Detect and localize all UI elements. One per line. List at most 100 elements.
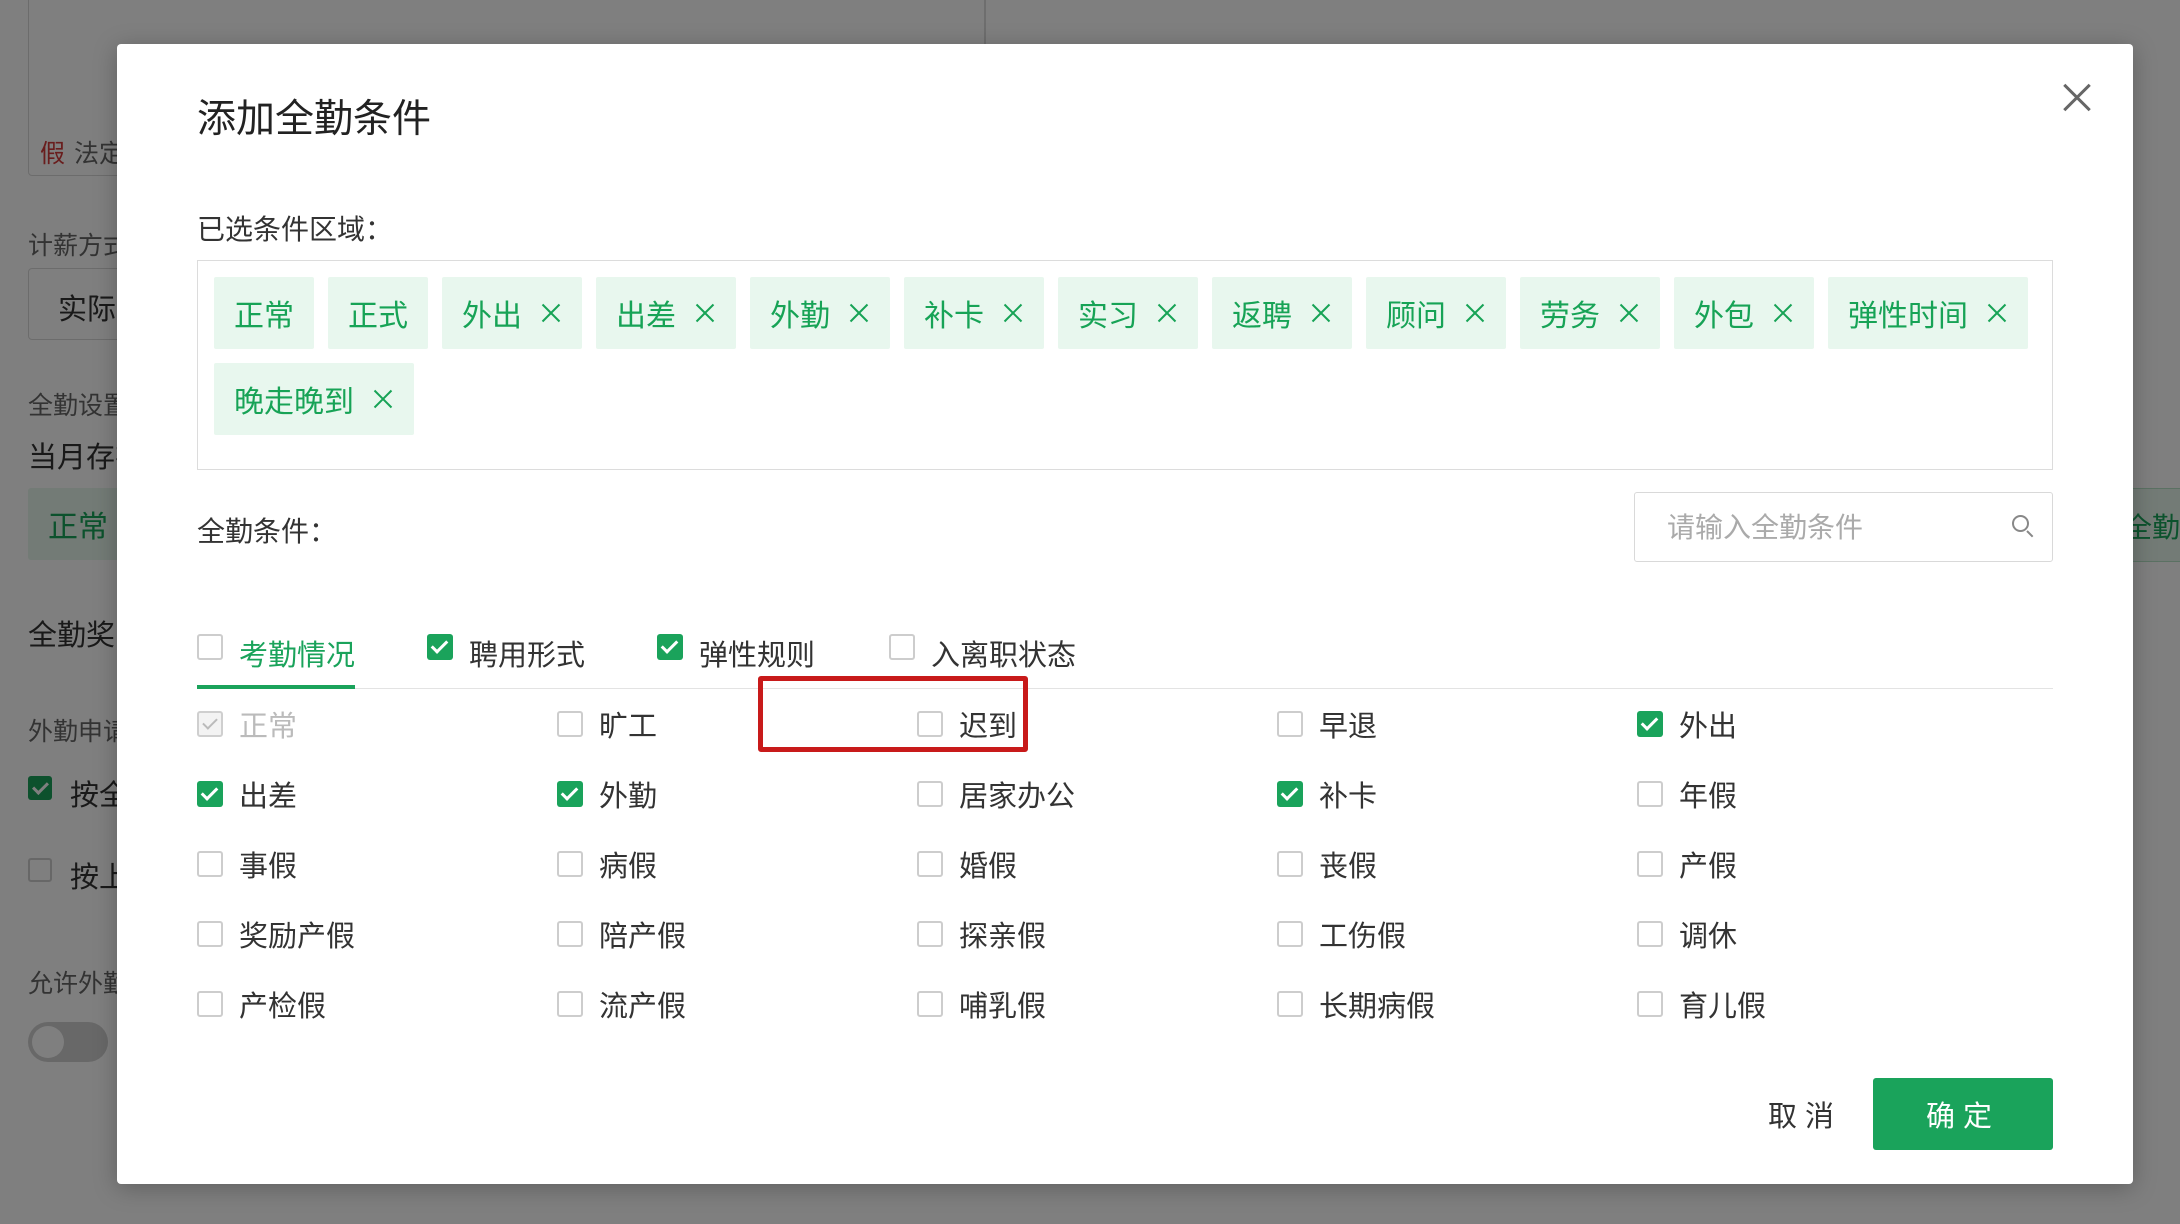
cancel-button[interactable]: 取消 — [1735, 1078, 1875, 1150]
checkbox-empty-icon[interactable] — [1637, 921, 1663, 947]
checkbox-empty-icon[interactable] — [557, 991, 583, 1017]
condition-option[interactable]: 补卡 — [1277, 774, 1377, 814]
condition-option[interactable]: 产假 — [1637, 844, 1737, 884]
checkbox-empty-icon[interactable] — [1637, 781, 1663, 807]
checkbox-empty-icon[interactable] — [889, 634, 915, 660]
checkbox-empty-icon[interactable] — [1637, 991, 1663, 1017]
remove-tag-icon[interactable] — [848, 302, 870, 324]
checkbox-empty-icon[interactable] — [917, 711, 943, 737]
checkbox-empty-icon[interactable] — [197, 921, 223, 947]
tab-category[interactable]: 入离职状态 — [889, 604, 1076, 688]
selected-conditions-area: 正常 正式 外出 出差 外勤 补卡 实习 返聘 顾问 劳务 外包 弹性时间 晚走晚到 — [197, 260, 2053, 470]
selected-tag-label: 劳务 — [1540, 299, 1600, 334]
checkbox-empty-icon[interactable] — [917, 851, 943, 877]
condition-option-label: 病假 — [599, 849, 658, 883]
condition-option[interactable]: 外出 — [1637, 704, 1737, 744]
condition-search-input[interactable] — [1635, 509, 2009, 545]
selected-tag: 外勤 — [750, 277, 890, 349]
condition-search-box — [1634, 492, 2053, 562]
checkbox-checked-icon[interactable] — [1277, 781, 1303, 807]
checkbox-empty-icon[interactable] — [197, 851, 223, 877]
confirm-button[interactable]: 确定 — [1873, 1078, 2053, 1150]
checkbox-checked-icon[interactable] — [197, 781, 223, 807]
condition-option-label: 育儿假 — [1679, 989, 1767, 1023]
condition-option[interactable]: 流产假 — [557, 984, 686, 1024]
remove-tag-icon[interactable] — [694, 302, 716, 324]
condition-option[interactable]: 病假 — [557, 844, 657, 884]
checkbox-empty-icon[interactable] — [1277, 851, 1303, 877]
remove-tag-icon[interactable] — [1618, 302, 1640, 324]
condition-option[interactable]: 产检假 — [197, 984, 326, 1024]
condition-option[interactable]: 丧假 — [1277, 844, 1377, 884]
checkbox-checked-icon[interactable] — [427, 634, 453, 660]
selected-tag: 弹性时间 — [1828, 277, 2028, 349]
condition-option[interactable]: 奖励产假 — [197, 914, 355, 954]
condition-option-label: 正常 — [239, 709, 298, 743]
condition-option[interactable]: 哺乳假 — [917, 984, 1046, 1024]
condition-option[interactable]: 婚假 — [917, 844, 1017, 884]
tab-category[interactable]: 弹性规则 — [657, 604, 815, 688]
checkbox-empty-icon[interactable] — [197, 991, 223, 1017]
condition-option[interactable]: 外勤 — [557, 774, 657, 814]
remove-tag-icon[interactable] — [372, 388, 394, 410]
checkbox-empty-icon[interactable] — [1277, 991, 1303, 1017]
checkbox-checked-icon[interactable] — [1637, 711, 1663, 737]
remove-tag-icon[interactable] — [1986, 302, 2008, 324]
remove-tag-icon[interactable] — [1310, 302, 1332, 324]
tab-category[interactable]: 考勤情况 — [197, 604, 356, 689]
condition-option[interactable]: 出差 — [197, 774, 297, 814]
condition-option: 正常 — [197, 704, 297, 744]
condition-option-label: 产检假 — [239, 989, 327, 1023]
condition-option[interactable]: 育儿假 — [1637, 984, 1766, 1024]
condition-option[interactable]: 长期病假 — [1277, 984, 1435, 1024]
selected-tag-label: 外勤 — [770, 299, 830, 334]
remove-tag-icon[interactable] — [1002, 302, 1024, 324]
tab-label: 聘用形式 — [469, 638, 586, 672]
remove-tag-icon[interactable] — [1772, 302, 1794, 324]
condition-option[interactable]: 陪产假 — [557, 914, 686, 954]
condition-option[interactable]: 调休 — [1637, 914, 1737, 954]
checkbox-checked-icon[interactable] — [557, 781, 583, 807]
condition-option[interactable]: 年假 — [1637, 774, 1737, 814]
tab-category[interactable]: 聘用形式 — [427, 604, 585, 688]
selected-tag-label: 正式 — [348, 299, 408, 334]
conditions-label: 全勤条件： — [197, 515, 338, 548]
checkbox-empty-icon[interactable] — [1637, 851, 1663, 877]
condition-option[interactable]: 探亲假 — [917, 914, 1046, 954]
selected-tag: 正常 — [214, 277, 314, 349]
checkbox-empty-icon[interactable] — [557, 851, 583, 877]
close-icon[interactable] — [2057, 78, 2097, 118]
condition-option-label: 流产假 — [599, 989, 687, 1023]
condition-option[interactable]: 迟到 — [917, 704, 1017, 744]
condition-option[interactable]: 居家办公 — [917, 774, 1075, 814]
checkbox-empty-icon[interactable] — [557, 711, 583, 737]
condition-option-label: 事假 — [239, 849, 298, 883]
selected-area-label: 已选条件区域： — [197, 213, 394, 246]
remove-tag-icon[interactable] — [540, 302, 562, 324]
checkbox-empty-icon[interactable] — [917, 921, 943, 947]
checkbox-empty-icon[interactable] — [1277, 711, 1303, 737]
selected-tag: 出差 — [596, 277, 736, 349]
tab-label: 弹性规则 — [699, 638, 816, 672]
checkbox-empty-icon[interactable] — [197, 634, 223, 660]
condition-option-label: 工伤假 — [1319, 919, 1407, 953]
search-icon[interactable] — [2012, 515, 2034, 537]
checkbox-empty-icon[interactable] — [557, 921, 583, 947]
selected-tag: 补卡 — [904, 277, 1044, 349]
selected-tag-label: 正常 — [234, 299, 294, 334]
checkbox-empty-icon[interactable] — [1277, 921, 1303, 947]
checkbox-empty-icon[interactable] — [917, 781, 943, 807]
selected-tag-label: 外包 — [1694, 299, 1754, 334]
checkbox-empty-icon[interactable] — [917, 991, 943, 1017]
condition-option-label: 丧假 — [1319, 849, 1378, 883]
condition-option[interactable]: 工伤假 — [1277, 914, 1406, 954]
condition-option-label: 迟到 — [959, 709, 1018, 743]
condition-option[interactable]: 早退 — [1277, 704, 1377, 744]
dialog-title: 添加全勤条件 — [197, 97, 432, 142]
remove-tag-icon[interactable] — [1156, 302, 1178, 324]
condition-option-label: 外出 — [1679, 709, 1738, 743]
checkbox-checked-icon[interactable] — [657, 634, 683, 660]
condition-option[interactable]: 旷工 — [557, 704, 657, 744]
remove-tag-icon[interactable] — [1464, 302, 1486, 324]
condition-option[interactable]: 事假 — [197, 844, 297, 884]
